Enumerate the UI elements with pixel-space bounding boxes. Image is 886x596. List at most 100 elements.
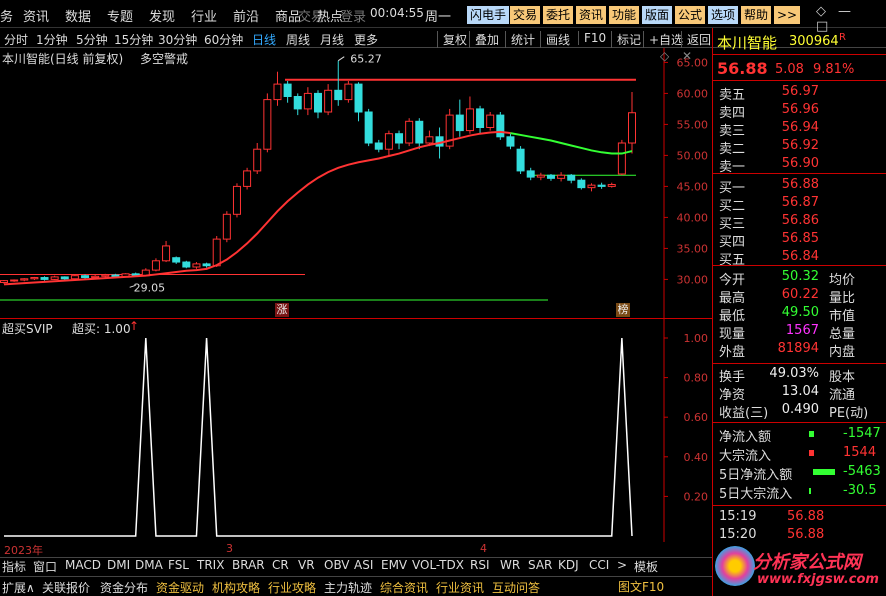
rank-badge[interactable]: 榜 [616, 303, 630, 317]
indicator-tab-18[interactable]: CCI [589, 558, 609, 572]
tool-button-2[interactable]: 统计 [505, 31, 535, 48]
bottom-link-4[interactable]: 机构攻略 [212, 579, 260, 596]
x-label-2023: 2023年 [4, 544, 43, 557]
indicator-tab-5[interactable]: FSL [168, 558, 189, 572]
toolbar-button-1[interactable]: 交易 [510, 6, 541, 24]
indicator-tab-2[interactable]: MACD [65, 558, 101, 572]
login-link[interactable]: 登录 [340, 6, 366, 25]
bottom-link-1[interactable]: 关联报价 [42, 579, 90, 596]
tool-button-6[interactable]: +自选 [643, 31, 683, 48]
tool-button-5[interactable]: 标记 [611, 31, 641, 48]
bottom-link-6[interactable]: 主力轨迹 [324, 579, 372, 596]
period-tab-8[interactable]: 月线 [320, 31, 344, 48]
bid-row-4-value: 56.85 [781, 231, 819, 246]
menu-item-data[interactable]: 数据 [65, 6, 91, 25]
close-icon[interactable]: ✕ [682, 49, 692, 63]
tool-button-1[interactable]: 叠加 [469, 31, 499, 48]
period-tab-6[interactable]: 日线 [252, 31, 276, 48]
indicator-tab-11[interactable]: ASI [354, 558, 373, 572]
indicator-tab-15[interactable]: WR [500, 558, 520, 572]
period-tab-7[interactable]: 周线 [286, 31, 310, 48]
x-label-march: 3 [226, 542, 233, 555]
diamond-icon[interactable]: ◇ [660, 49, 669, 63]
period-tab-1[interactable]: 1分钟 [36, 31, 68, 48]
indicator-tab-1[interactable]: 窗口 [33, 558, 57, 575]
bottom-link-2[interactable]: 资金分布 [100, 579, 148, 596]
stat-row-2-label: 最低 [719, 309, 746, 324]
tool-button-3[interactable]: 画线 [540, 31, 570, 48]
candle-body [253, 148, 262, 172]
candle-body [476, 108, 485, 129]
ask-row-1-value: 56.90 [781, 156, 819, 171]
period-tab-4[interactable]: 30分钟 [158, 31, 197, 48]
toolbar-button-4[interactable]: 功能 [609, 6, 640, 24]
period-tab-2[interactable]: 5分钟 [76, 31, 108, 48]
toolbar-button-2[interactable]: 委托 [543, 6, 574, 24]
indicator-tab-17[interactable]: KDJ [558, 558, 579, 572]
indicator-tab-0[interactable]: 指标 [2, 558, 26, 575]
indicator-tab-20[interactable]: 模板 [634, 558, 658, 575]
candle-body [243, 170, 252, 187]
toolbar-button-0[interactable]: 闪电手 [467, 6, 510, 24]
period-tab-3[interactable]: 15分钟 [114, 31, 153, 48]
candle-body [202, 263, 211, 267]
candle-body [162, 245, 171, 262]
menu-item-industry[interactable]: 行业 [191, 6, 217, 25]
indicator-tab-13[interactable]: VOL-TDX [412, 558, 464, 572]
menu-item-news[interactable]: 资讯 [23, 6, 49, 25]
indicator-tab-14[interactable]: RSI [470, 558, 490, 572]
window-controls[interactable]: ◇—□ [816, 4, 886, 34]
indicator-tab-3[interactable]: DMI [107, 558, 130, 572]
f10-link[interactable]: 图文F10 [618, 578, 664, 595]
flow-row-0-bar [809, 431, 814, 437]
indicator-tab-7[interactable]: BRAR [232, 558, 265, 572]
candlestick-chart[interactable]: 65.0060.0055.0050.0045.0040.0035.0030.00… [0, 48, 712, 320]
menu-item-service[interactable]: 务 [0, 6, 13, 25]
stat-row-1-label2: 量比 [829, 291, 856, 306]
indicator-tab-9[interactable]: VR [298, 558, 315, 572]
menu-item-topics[interactable]: 专题 [107, 6, 133, 25]
indicator-tab-12[interactable]: EMV [381, 558, 407, 572]
toolbar-button-7[interactable]: 选项 [708, 6, 739, 24]
indicator-tab-4[interactable]: DMA [135, 558, 163, 572]
tool-button-0[interactable]: 复权 [437, 31, 467, 48]
indicator-tab-8[interactable]: CR [272, 558, 289, 572]
bottom-link-8[interactable]: 行业资讯 [436, 579, 484, 596]
stat-row-1: 最高 60.22 量比 [717, 287, 885, 306]
stat-row-3: 现量 1567 总量 [717, 323, 885, 342]
period-tab-9[interactable]: 更多 [354, 31, 378, 48]
candle-body [628, 112, 636, 144]
toolbar-button-6[interactable]: 公式 [675, 6, 706, 24]
indicator-tab-10[interactable]: OBV [324, 558, 350, 572]
indicator-tab-19[interactable]: > [617, 558, 627, 572]
ind-tick-label: 0.60 [684, 411, 709, 424]
stat2-row-2: 收益(三) 0.490 PE(动) [717, 402, 885, 421]
period-tab-0[interactable]: 分时 [4, 31, 28, 48]
candle-body [101, 274, 110, 277]
toolbar-button-5[interactable]: 版面 [642, 6, 673, 24]
bottom-link-7[interactable]: 综合资讯 [380, 579, 428, 596]
period-tab-5[interactable]: 60分钟 [204, 31, 243, 48]
candle-body [232, 185, 241, 215]
bottom-link-0[interactable]: 扩展∧ [2, 579, 35, 596]
flow-row-1-label: 大宗流入 [719, 449, 772, 464]
bottom-link-3[interactable]: 资金驱动 [156, 579, 204, 596]
menu-item-discover[interactable]: 发现 [149, 6, 175, 25]
toolbar-button-3[interactable]: 资讯 [576, 6, 607, 24]
candle-body [405, 120, 414, 144]
tool-button-4[interactable]: F10 [578, 31, 606, 45]
toolbar-button-9[interactable]: >> [774, 6, 801, 24]
limit-up-badge[interactable]: 涨 [275, 303, 289, 317]
menu-item-frontier[interactable]: 前沿 [233, 6, 259, 25]
bottom-link-5[interactable]: 行业攻略 [268, 579, 316, 596]
candle-body [182, 261, 191, 268]
tool-button-7[interactable]: 返回 [681, 31, 711, 48]
indicator-tab-6[interactable]: TRIX [197, 558, 224, 572]
toolbar-button-8[interactable]: 帮助 [741, 6, 772, 24]
y-tick-label: 35.00 [677, 242, 709, 255]
ask-row-2-value: 56.92 [781, 138, 819, 153]
indicator-tab-16[interactable]: SAR [528, 558, 552, 572]
ask-row-2-label: 卖二 [719, 142, 746, 157]
indicator-chart[interactable]: 1.00 0.80 0.60 0.40 0.20 [0, 319, 712, 542]
bottom-link-9[interactable]: 互动问答 [492, 579, 540, 596]
